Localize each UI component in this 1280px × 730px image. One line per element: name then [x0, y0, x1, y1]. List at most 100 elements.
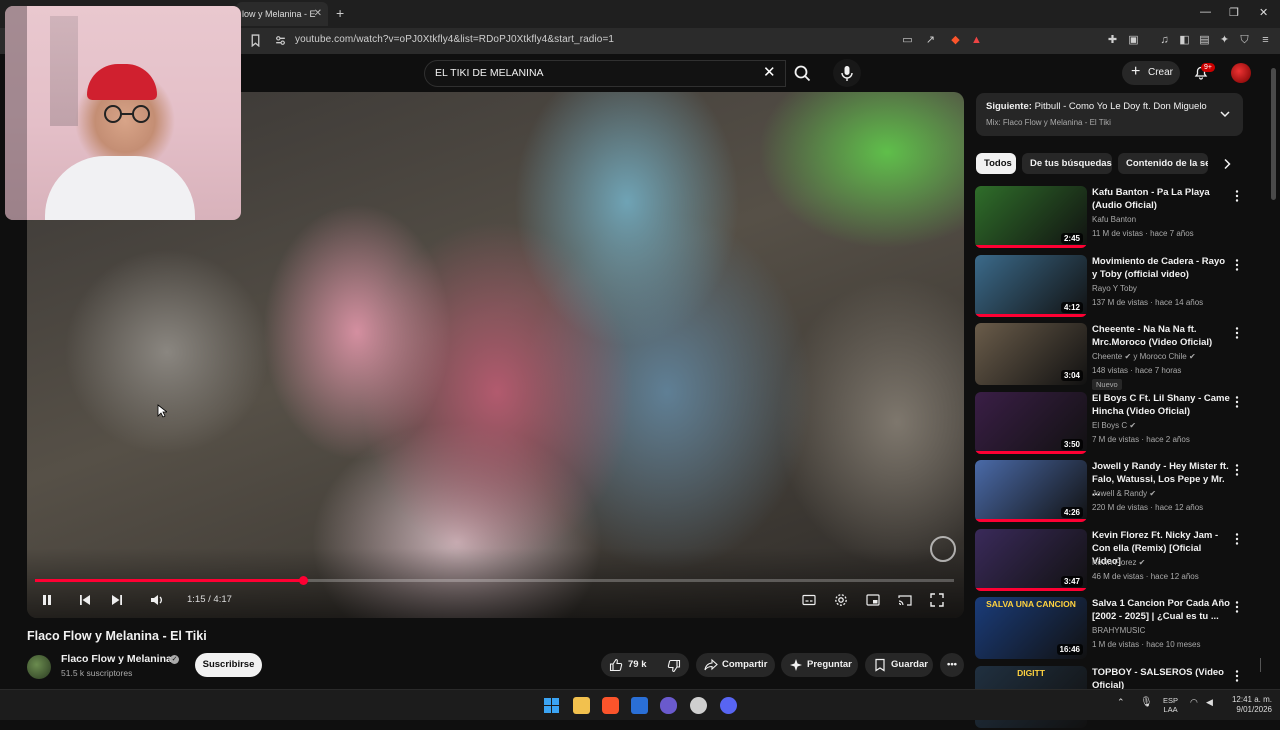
file-explorer-icon[interactable]	[573, 697, 590, 714]
store-icon[interactable]	[631, 697, 648, 714]
more-options-icon[interactable]	[1233, 463, 1241, 477]
recommendation-item[interactable]: 4:26 Jowell y Randy - Hey Mister ft. Falo…	[975, 460, 1245, 524]
more-options-icon[interactable]	[1233, 258, 1241, 272]
new-tab-icon[interactable]: +	[336, 5, 344, 21]
media-icon[interactable]: ♫	[1158, 34, 1171, 47]
tray-overflow-icon[interactable]: ⌃	[1117, 697, 1127, 714]
miniplayer-icon[interactable]	[865, 592, 881, 608]
recommendation-channel[interactable]: Jowell & Randy ✔	[1092, 489, 1156, 498]
recommendation-item[interactable]: 2:45 Kafu Banton - Pa La Playa (Audio Ofi…	[975, 186, 1245, 250]
like-count[interactable]: 79 k	[628, 653, 647, 677]
page-scrollbar[interactable]	[1271, 68, 1276, 200]
leo-ai-icon[interactable]: ✦	[1218, 34, 1231, 47]
search-input[interactable]: EL TIKI DE MELANINA	[424, 60, 786, 87]
more-options-icon[interactable]	[1233, 395, 1241, 409]
recommendation-title[interactable]: Salva 1 Cancion Por Cada Año [2002 - 202…	[1092, 597, 1230, 623]
account-avatar[interactable]	[1231, 63, 1251, 83]
browser-tab[interactable]: low y Melanina - E ✕	[236, 2, 328, 26]
recommendation-thumbnail[interactable]: 3:50	[975, 392, 1087, 454]
subscribe-button[interactable]: Suscribirse	[195, 653, 262, 677]
recommendation-title[interactable]: Kafu Banton - Pa La Playa (Audio Oficial…	[1092, 186, 1230, 212]
create-button[interactable]: + Crear	[1122, 61, 1180, 85]
vpn-icon[interactable]: ⛉	[1238, 34, 1251, 47]
more-options-icon[interactable]	[1233, 600, 1241, 614]
more-options-icon[interactable]	[1233, 669, 1241, 683]
recommendation-title[interactable]: El Boys C Ft. Lil Shany - Came Hincha (V…	[1092, 392, 1230, 418]
cast-icon[interactable]: ▭	[901, 34, 914, 47]
chip-de-tus-busquedas[interactable]: De tus búsquedas	[1022, 153, 1112, 174]
recommendation-item[interactable]: 3:50 El Boys C Ft. Lil Shany - Came Hinch…	[975, 392, 1245, 456]
minimize-icon[interactable]: —	[1200, 6, 1211, 18]
up-next-panel[interactable]: Siguiente: Pitbull - Como Yo Le Doy ft. …	[976, 93, 1243, 136]
chatgpt-icon[interactable]	[690, 697, 707, 714]
channel-watermark-icon[interactable]	[930, 536, 956, 562]
search-icon[interactable]	[786, 60, 818, 87]
menu-icon[interactable]: ≡	[1259, 34, 1272, 47]
extensions-icon[interactable]: ✚	[1106, 34, 1119, 47]
more-options-icon[interactable]	[1233, 189, 1241, 203]
channel-name[interactable]: Flaco Flow y Melanina	[61, 653, 172, 665]
tray-mic-icon[interactable]: 🎙	[1140, 697, 1153, 714]
speaker-icon[interactable]: ◀	[1206, 697, 1216, 714]
language-indicator[interactable]: ESP LAA	[1163, 696, 1178, 714]
close-window-icon[interactable]: ✕	[1259, 6, 1268, 19]
subtitles-icon[interactable]	[801, 592, 817, 608]
game-icon[interactable]	[660, 697, 677, 714]
like-icon[interactable]	[609, 658, 623, 672]
recommendation-thumbnail[interactable]: 4:12	[975, 255, 1087, 317]
recommendation-channel[interactable]: Rayo Y Toby	[1092, 284, 1137, 293]
recommendation-channel[interactable]: El Boys C ✔	[1092, 421, 1136, 430]
more-options-icon[interactable]	[1233, 532, 1241, 546]
chip-todos[interactable]: Todos	[976, 153, 1016, 174]
recommendation-thumbnail[interactable]: 3:47	[975, 529, 1087, 591]
screenshot-icon[interactable]: ▣	[1127, 34, 1140, 47]
brave-shield-icon[interactable]: ◆	[949, 34, 962, 47]
windows-start-icon[interactable]	[543, 697, 560, 714]
recommendation-item[interactable]: 4:12 Movimiento de Cadera - Rayo y Toby (…	[975, 255, 1245, 319]
restore-icon[interactable]: ❐	[1229, 6, 1239, 19]
site-settings-icon[interactable]	[274, 34, 287, 47]
bookmark-icon[interactable]	[249, 34, 262, 47]
sidebar-icon[interactable]: ◧	[1178, 34, 1191, 47]
volume-icon[interactable]	[149, 592, 165, 608]
recommendation-thumbnail[interactable]: 4:26	[975, 460, 1087, 522]
recommendation-channel[interactable]: Cheente ✔ y Moroco Chile ✔	[1092, 352, 1196, 361]
url-field[interactable]: youtube.com/watch?v=oPJ0Xtkfly4&list=RDo…	[295, 34, 614, 45]
chip-contenido[interactable]: Contenido de la ser	[1118, 153, 1208, 174]
recommendation-title[interactable]: Cheeente - Na Na Na ft. Mrc.Moroco (Vide…	[1092, 323, 1230, 349]
wallet-icon[interactable]: ▤	[1198, 34, 1211, 47]
clear-search-icon[interactable]: ✕	[763, 63, 776, 81]
discord-icon[interactable]	[720, 697, 737, 714]
seek-bar[interactable]	[35, 576, 954, 585]
share-icon[interactable]: ↗	[924, 34, 937, 47]
recommendation-item[interactable]: 3:04 Cheeente - Na Na Na ft. Mrc.Moroco (…	[975, 323, 1245, 390]
ask-button[interactable]: Preguntar	[781, 653, 858, 677]
chevron-right-icon[interactable]	[1222, 158, 1232, 170]
fullscreen-icon[interactable]	[929, 592, 945, 608]
wifi-icon[interactable]: ◠	[1190, 697, 1200, 714]
recommendation-thumbnail[interactable]: 3:04	[975, 323, 1087, 385]
previous-icon[interactable]	[77, 592, 93, 608]
recommendation-channel[interactable]: Kafu Banton	[1092, 215, 1136, 224]
share-button[interactable]: Compartir	[696, 653, 775, 677]
save-button[interactable]: Guardar	[865, 653, 933, 677]
close-tab-icon[interactable]: ✕	[314, 8, 322, 19]
more-actions-icon[interactable]: •••	[940, 653, 964, 677]
recommendation-channel[interactable]: BRAHYMUSIC	[1092, 626, 1145, 635]
next-icon[interactable]	[109, 592, 125, 608]
rewards-icon[interactable]: ▲	[970, 34, 983, 47]
chevron-down-icon[interactable]	[1219, 108, 1231, 120]
recommendation-item[interactable]: SALVA UNA CANCION 16:46 Salva 1 Cancion Po…	[975, 597, 1245, 661]
brave-browser-icon[interactable]	[602, 697, 619, 714]
more-options-icon[interactable]	[1233, 326, 1241, 340]
recommendation-thumbnail[interactable]: 2:45	[975, 186, 1087, 248]
recommendation-channel[interactable]: Kevin Florez ✔	[1092, 558, 1145, 567]
settings-gear-icon[interactable]	[833, 592, 849, 608]
pause-icon[interactable]	[39, 592, 55, 608]
recommendation-thumbnail[interactable]: SALVA UNA CANCION 16:46	[975, 597, 1087, 659]
dislike-icon[interactable]	[667, 659, 681, 673]
clock[interactable]: 12:41 a. m. 9/01/2026	[1226, 695, 1272, 715]
channel-avatar[interactable]	[27, 655, 51, 679]
recommendation-item[interactable]: 3:47 Kevin Florez Ft. Nicky Jam - Con ell…	[975, 529, 1245, 593]
cast-screen-icon[interactable]	[897, 592, 913, 608]
